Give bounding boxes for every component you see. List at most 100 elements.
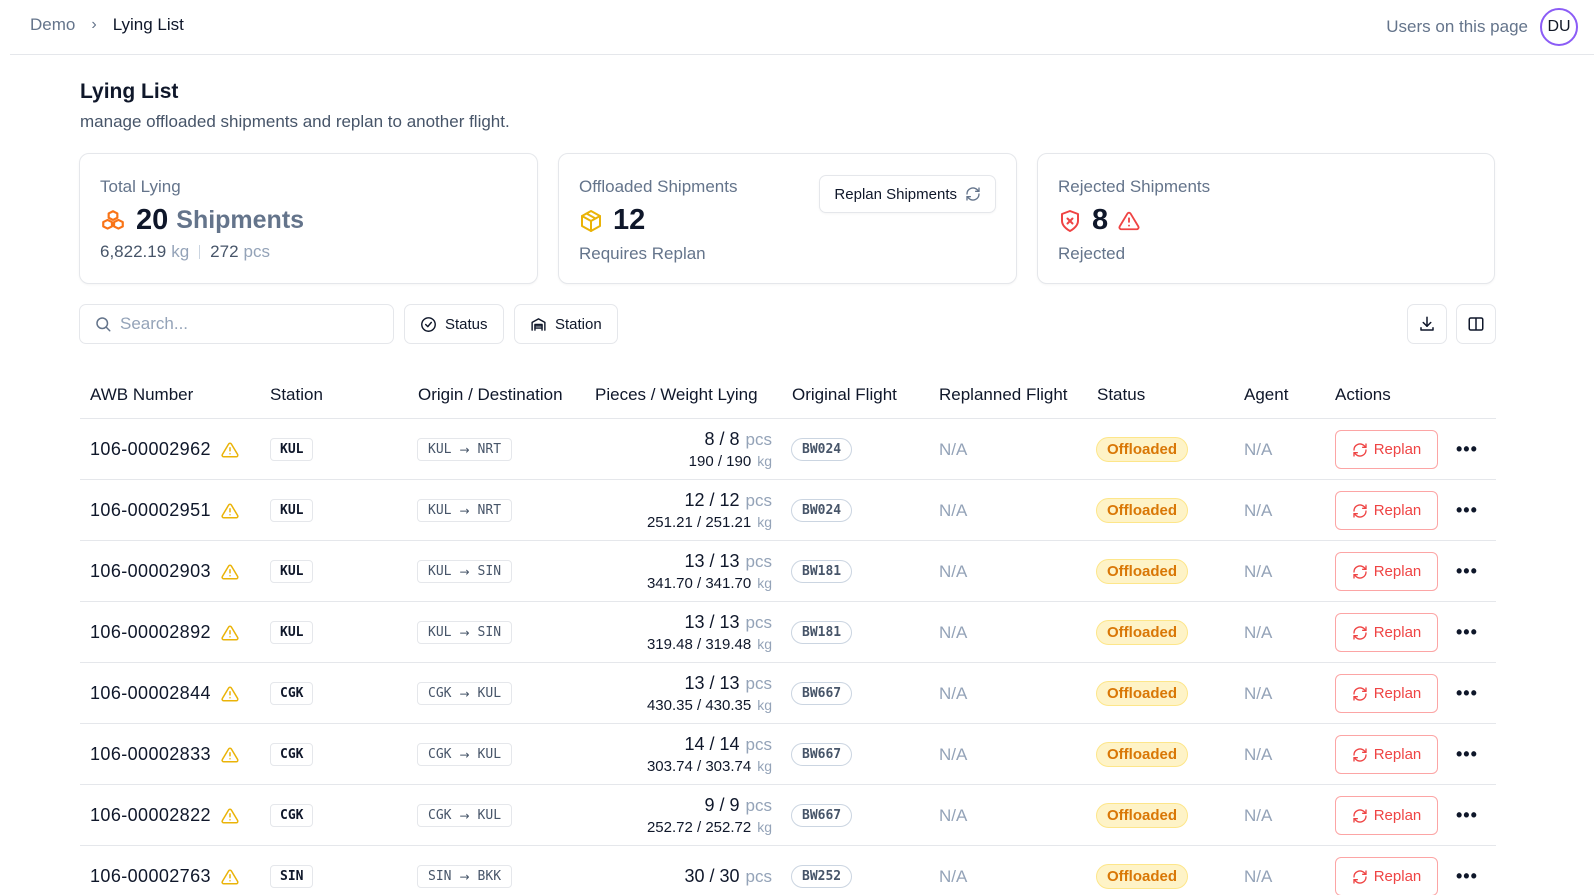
status-filter-button[interactable]: Status — [404, 304, 504, 344]
replan-button[interactable]: Replan — [1335, 491, 1438, 530]
table-row[interactable]: 106-00002844 CGK CGK → KUL 13 / 13 pcs 43… — [80, 663, 1496, 724]
more-options-icon[interactable]: ••• — [1456, 805, 1478, 826]
replan-shipments-button[interactable]: Replan Shipments — [819, 175, 996, 213]
header-original-flight[interactable]: Original Flight — [792, 385, 897, 405]
awb-number[interactable]: 106-00002951 — [90, 500, 211, 521]
actions-cell: Replan — [1335, 724, 1438, 785]
table-row[interactable]: 106-00002833 CGK CGK → KUL 14 / 14 pcs 30… — [80, 724, 1496, 785]
refresh-icon — [1353, 686, 1367, 701]
weight-unit: kg — [757, 574, 772, 591]
awb-number[interactable]: 106-00002763 — [90, 866, 211, 887]
awb-number[interactable]: 106-00002822 — [90, 805, 211, 826]
station-cell: CGK — [270, 663, 314, 724]
total-lying-card: Total Lying 20 Shipments 6,822.19 kg 272… — [79, 153, 538, 284]
weight-value: 251.21 / 251.21 — [646, 513, 752, 531]
weight-lying: 430.35 / 430.35 kg — [647, 695, 772, 716]
station-badge: SIN — [270, 865, 314, 888]
card-value: 8 — [1092, 204, 1109, 236]
header-status[interactable]: Status — [1097, 385, 1145, 405]
replan-button[interactable]: Replan — [1335, 552, 1438, 591]
table-row[interactable]: 106-00002892 KUL KUL → SIN 13 / 13 pcs 31… — [80, 602, 1496, 663]
table-row[interactable]: 106-00002763 SIN SIN → BKK 30 / 30pcs kg… — [80, 846, 1496, 895]
awb-number[interactable]: 106-00002892 — [90, 622, 211, 643]
weight-unit: kg — [171, 242, 190, 261]
more-cell: ••• — [1456, 663, 1478, 724]
arrow-right-icon: → — [459, 869, 470, 884]
breadcrumb-demo[interactable]: Demo — [30, 15, 75, 35]
route-destination: NRT — [477, 503, 502, 518]
pieces-weight-cell: 12 / 12 pcs 251.21 / 251.21 kg — [580, 480, 772, 541]
original-flight-cell: BW252 — [791, 846, 853, 895]
pieces-unit: pcs — [745, 612, 772, 632]
pieces-value: 9 / 9 — [704, 794, 740, 815]
header-awb[interactable]: AWB Number — [90, 385, 193, 405]
station-cell: KUL — [270, 602, 314, 663]
status-badge: Offloaded — [1096, 864, 1188, 889]
table-body: 106-00002962 KUL KUL → NRT 8 / 8 pcs 190 … — [80, 419, 1496, 895]
columns-button[interactable] — [1456, 304, 1496, 344]
replan-button[interactable]: Replan — [1335, 430, 1438, 469]
header-station[interactable]: Station — [270, 385, 323, 405]
agent-cell: N/A — [1244, 480, 1272, 541]
table-row[interactable]: 106-00002903 KUL KUL → SIN 13 / 13 pcs 34… — [80, 541, 1496, 602]
station-cell: CGK — [270, 785, 314, 846]
divider — [199, 245, 201, 259]
route-badge: KUL → NRT — [417, 438, 513, 461]
header-pieces-weight[interactable]: Pieces / Weight Lying — [595, 385, 758, 405]
awb-number[interactable]: 106-00002903 — [90, 561, 211, 582]
replan-button[interactable]: Replan — [1335, 674, 1438, 713]
pieces-lying: 8 / 8 pcs — [705, 428, 773, 451]
more-options-icon[interactable]: ••• — [1456, 500, 1478, 521]
route-cell: KUL → NRT — [417, 480, 513, 541]
table-row[interactable]: 106-00002951 KUL KUL → NRT 12 / 12 pcs 25… — [80, 480, 1496, 541]
download-button[interactable] — [1407, 304, 1447, 344]
header-route[interactable]: Origin / Destination — [418, 385, 563, 405]
replan-label: Replan — [1373, 563, 1422, 580]
status-badge: Offloaded — [1096, 559, 1188, 584]
more-options-icon[interactable]: ••• — [1456, 683, 1478, 704]
actions-cell: Replan — [1335, 419, 1438, 480]
replan-button[interactable]: Replan — [1335, 857, 1438, 895]
pieces-value: 13 / 13 — [684, 672, 740, 693]
search-input[interactable] — [120, 314, 370, 334]
replan-button[interactable]: Replan — [1335, 613, 1438, 652]
status-cell: Offloaded — [1096, 724, 1188, 785]
awb-cell: 106-00002951 — [90, 480, 239, 541]
weight-unit: kg — [757, 696, 772, 713]
station-cell: KUL — [270, 419, 314, 480]
original-flight-cell: BW667 — [791, 663, 853, 724]
warning-icon — [221, 746, 239, 764]
weight-lying: 303.74 / 303.74 kg — [647, 756, 772, 777]
page-title: Lying List — [80, 80, 179, 103]
table-row[interactable]: 106-00002962 KUL KUL → NRT 8 / 8 pcs 190 … — [80, 419, 1496, 480]
warning-icon — [221, 685, 239, 703]
header-agent[interactable]: Agent — [1244, 385, 1288, 405]
more-options-icon[interactable]: ••• — [1456, 561, 1478, 582]
more-options-icon[interactable]: ••• — [1456, 622, 1478, 643]
top-bar: Demo › Lying List Users on this page DU — [10, 0, 1594, 55]
replan-label: Replan — [1373, 807, 1422, 824]
weight-value: 252.72 / 252.72 — [646, 818, 752, 836]
replanned-flight-cell: N/A — [939, 480, 967, 541]
awb-number[interactable]: 106-00002844 — [90, 683, 211, 704]
station-badge: KUL — [270, 499, 314, 522]
table-row[interactable]: 106-00002822 CGK CGK → KUL 9 / 9 pcs 252.… — [80, 785, 1496, 846]
more-options-icon[interactable]: ••• — [1456, 439, 1478, 460]
awb-number[interactable]: 106-00002833 — [90, 744, 211, 765]
header-replanned-flight[interactable]: Replanned Flight — [939, 385, 1068, 405]
search-box — [79, 304, 394, 344]
replan-button[interactable]: Replan — [1335, 796, 1438, 835]
replanned-flight: N/A — [939, 561, 968, 581]
more-cell: ••• — [1456, 846, 1478, 895]
more-options-icon[interactable]: ••• — [1456, 866, 1478, 887]
replan-button[interactable]: Replan — [1335, 735, 1438, 774]
avatar[interactable]: DU — [1540, 8, 1578, 46]
header-actions: Actions — [1335, 385, 1391, 404]
warning-icon — [221, 502, 239, 520]
awb-number[interactable]: 106-00002962 — [90, 439, 211, 460]
station-filter-button[interactable]: Station — [514, 304, 618, 344]
flight-badge: BW252 — [791, 865, 853, 888]
more-options-icon[interactable]: ••• — [1456, 744, 1478, 765]
weight-value: 341.70 / 341.70 — [646, 574, 752, 592]
actions-cell: Replan — [1335, 785, 1438, 846]
